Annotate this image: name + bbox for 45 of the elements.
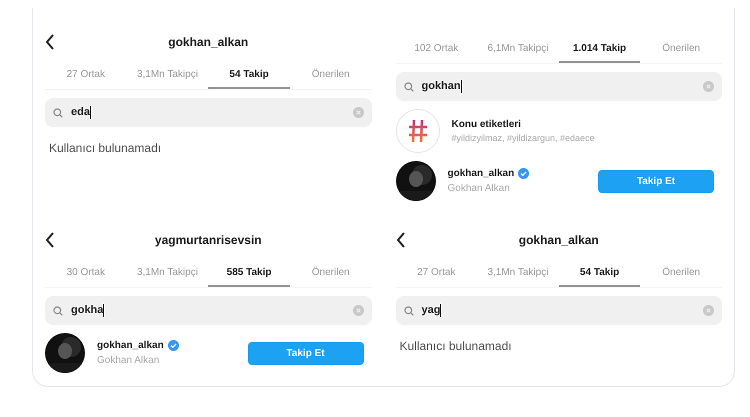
hashtag-list: #yildizyilmaz, #yildizargun, #edaece	[452, 132, 595, 146]
search-icon	[53, 108, 63, 118]
search-field[interactable]: gokha	[45, 296, 372, 325]
tab[interactable]: 3,1Mn Takipçi	[126, 62, 208, 89]
search-field[interactable]: eda	[45, 98, 372, 127]
profile-username: gokhan_alkan	[167, 34, 250, 51]
profile-username: yagmurtanrisevsin	[154, 232, 263, 249]
tab[interactable]: Önerilen	[290, 260, 372, 287]
tab[interactable]: 3,1Mn Takipçi	[477, 260, 559, 287]
back-icon[interactable]	[396, 232, 406, 248]
search-field[interactable]: yag	[396, 296, 722, 325]
back-icon[interactable]	[45, 34, 55, 50]
profile-username: gokhan_alkan	[518, 232, 600, 249]
full-name: Gokhan Alkan	[448, 182, 511, 196]
search-icon	[53, 306, 63, 316]
search-icon	[404, 82, 414, 92]
no-results-text: Kullanıcı bulunamadı	[398, 338, 513, 355]
back-icon[interactable]	[45, 232, 55, 248]
full-name: Gokhan Alkan	[97, 354, 160, 368]
hashtag-icon	[396, 109, 440, 153]
tab[interactable]: 1.014 Takip	[558, 36, 640, 63]
clear-icon[interactable]	[703, 81, 714, 92]
tab[interactable]: 27 Ortak	[396, 260, 478, 287]
tab[interactable]: Önerilen	[290, 62, 372, 89]
follow-button[interactable]: Takip Et	[248, 342, 364, 364]
tab[interactable]: 27 Ortak	[45, 62, 127, 89]
clear-icon[interactable]	[352, 305, 364, 316]
username: gokhan_alkan	[97, 339, 164, 353]
tab[interactable]: 102 Ortak	[396, 36, 478, 63]
search-icon	[404, 306, 414, 316]
clear-icon[interactable]	[352, 107, 364, 118]
no-results-text: Kullanıcı bulunamadı	[48, 140, 162, 157]
username: gokhan_alkan	[448, 167, 514, 181]
tab[interactable]: 585 Takip	[208, 260, 290, 287]
tab[interactable]: Önerilen	[640, 260, 722, 287]
search-field[interactable]: gokhan	[396, 72, 722, 101]
follow-button[interactable]: Takip Et	[598, 170, 714, 192]
tab[interactable]: 30 Ortak	[45, 260, 127, 287]
tab[interactable]: 6,1Mn Takipçi	[477, 36, 559, 63]
tab[interactable]: 54 Takip	[558, 260, 640, 287]
clear-icon[interactable]	[703, 305, 714, 316]
tab[interactable]: 3,1Mn Takipçi	[126, 260, 208, 287]
tab[interactable]: Önerilen	[640, 36, 722, 63]
hashtag-title: Konu etiketleri	[452, 118, 522, 132]
tab[interactable]: 54 Takip	[208, 62, 290, 89]
